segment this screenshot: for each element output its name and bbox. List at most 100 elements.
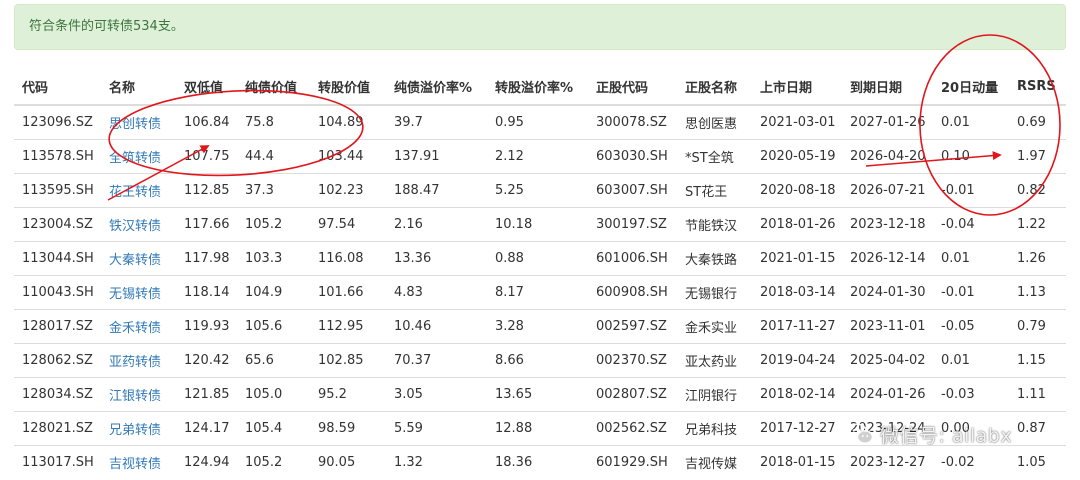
cell-double-low: 121.85 [176,377,237,412]
cell-double-low: 107.75 [176,139,237,174]
cell-code: 113578.SH [14,139,101,174]
cell-rsrs: 1.15 [1009,343,1066,378]
cell-conversion-value: 103.44 [310,139,386,174]
bond-name-link[interactable]: 江银转债 [109,389,161,404]
cell-rsrs: 1.97 [1009,139,1066,174]
cell-bond-premium: 1.32 [386,445,487,479]
cell-stock-code: 603030.SH [588,139,677,174]
cell-conversion-premium: 12.88 [487,411,588,446]
bond-name-link[interactable]: 吉视转债 [109,457,161,472]
table-row: 113017.SH 吉视转债 124.94 105.2 90.05 1.32 18.36 60… [14,445,1066,479]
cell-listing-date: 2021-01-15 [752,241,842,276]
cell-bond-premium: 137.91 [386,139,487,174]
cell-conversion-premium: 10.18 [487,207,588,242]
wechat-watermark: 微信号: ailabx [846,420,1012,448]
cell-momentum-20d: -0.01 [933,173,1009,208]
cell-stock-code: 002370.SZ [588,343,677,378]
bond-name-link[interactable]: 兄弟转债 [109,423,161,438]
cell-stock-code: 002807.SZ [588,377,677,412]
cell-conversion-premium: 0.95 [487,104,588,140]
column-header-stock-name[interactable]: 正股名称 [677,68,752,106]
bond-name-link[interactable]: 金禾转债 [109,321,161,336]
bond-name-link[interactable]: 花王转债 [109,185,161,200]
table-row: 110043.SH 无锡转债 118.14 104.9 101.66 4.83 8.17 60… [14,275,1066,310]
cell-rsrs: 0.87 [1009,411,1066,446]
cell-maturity-date: 2027-01-26 [842,104,933,140]
bond-name-link[interactable]: 无锡转债 [109,287,161,302]
cell-stock-name: 兄弟科技 [677,411,752,446]
cell-code: 110043.SH [14,275,101,310]
cell-bond-premium: 13.36 [386,241,487,276]
cell-listing-date: 2017-11-27 [752,309,842,344]
cell-name: 兄弟转债 [101,411,176,446]
bond-name-link[interactable]: 大秦转债 [109,253,161,268]
cell-name: 江银转债 [101,377,176,412]
cell-bond-premium: 4.83 [386,275,487,310]
cell-bond-value: 75.8 [237,104,310,140]
cell-conversion-premium: 18.36 [487,445,588,479]
cell-maturity-date: 2023-12-18 [842,207,933,242]
cell-name: 吉视转债 [101,445,176,479]
cell-listing-date: 2018-02-14 [752,377,842,412]
cell-stock-code: 300078.SZ [588,104,677,140]
column-header-code[interactable]: 代码 [14,68,101,106]
cell-maturity-date: 2025-04-02 [842,343,933,378]
cell-bond-value: 105.2 [237,445,310,479]
cell-stock-name: 吉视传媒 [677,445,752,479]
cell-conversion-premium: 3.28 [487,309,588,344]
cell-stock-code: 601006.SH [588,241,677,276]
cell-momentum-20d: -0.04 [933,207,1009,242]
bond-name-link[interactable]: 全筑转债 [109,151,161,166]
column-header-bond-value[interactable]: 纯债价值 [237,68,310,106]
cell-maturity-date: 2023-11-01 [842,309,933,344]
cell-code: 128062.SZ [14,343,101,378]
cell-name: 全筑转债 [101,139,176,174]
cell-code: 128021.SZ [14,411,101,446]
result-summary-alert: 符合条件的可转债534支。 [14,4,1066,50]
cell-bond-premium: 2.16 [386,207,487,242]
cell-rsrs: 1.22 [1009,207,1066,242]
cell-maturity-date: 2026-04-20 [842,139,933,174]
cell-momentum-20d: 0.01 [933,104,1009,140]
cell-code: 128034.SZ [14,377,101,412]
column-header-double-low[interactable]: 双低值 [176,68,237,106]
cell-conversion-premium: 0.88 [487,241,588,276]
cell-code: 128017.SZ [14,309,101,344]
table-header: 代码 名称 双低值 纯债价值 转股价值 纯债溢价率% 转股溢价率% 正股代码 正股名称 上市日期到… [14,68,1066,106]
cell-bond-value: 44.4 [237,139,310,174]
column-header-listing-date[interactable]: 上市日期 [752,68,842,106]
cell-stock-name: *ST全筑 [677,139,752,174]
cell-momentum-20d: -0.02 [933,445,1009,479]
column-header-momentum-20d[interactable]: 20日动量 [933,68,1009,106]
cell-momentum-20d: -0.01 [933,275,1009,310]
table-row: 123096.SZ 思创转债 106.84 75.8 104.89 39.7 0.95 300… [14,104,1066,140]
column-header-stock-code[interactable]: 正股代码 [588,68,677,106]
table-row: 113578.SH 全筑转债 107.75 44.4 103.44 137.91 2.12 6… [14,139,1066,174]
column-header-maturity-date[interactable]: 到期日期 [842,68,933,106]
cell-conversion-value: 104.89 [310,104,386,140]
cell-stock-code: 601929.SH [588,445,677,479]
cell-listing-date: 2020-05-19 [752,139,842,174]
table-row: 123004.SZ 铁汉转债 117.66 105.2 97.54 2.16 10.18 30… [14,207,1066,242]
column-header-conversion-value[interactable]: 转股价值 [310,68,386,106]
cell-stock-name: 江阴银行 [677,377,752,412]
cell-bond-value: 104.9 [237,275,310,310]
column-header-name[interactable]: 名称 [101,68,176,106]
cell-momentum-20d: 0.01 [933,343,1009,378]
cell-name: 思创转债 [101,104,176,140]
column-header-rsrs[interactable]: RSRS [1009,68,1066,106]
cell-bond-premium: 70.37 [386,343,487,378]
cell-double-low: 120.42 [176,343,237,378]
table-row: 128034.SZ 江银转债 121.85 105.0 95.2 3.05 13.65 002… [14,377,1066,412]
bond-name-link[interactable]: 铁汉转债 [109,219,161,234]
cell-maturity-date: 2026-07-21 [842,173,933,208]
cell-bond-premium: 3.05 [386,377,487,412]
table-row: 128017.SZ 金禾转债 119.93 105.6 112.95 10.46 3.28 0… [14,309,1066,344]
cell-double-low: 119.93 [176,309,237,344]
cell-bond-value: 65.6 [237,343,310,378]
bond-name-link[interactable]: 亚药转债 [109,355,161,370]
column-header-bond-premium[interactable]: 纯债溢价率% [386,68,487,106]
column-header-conversion-premium[interactable]: 转股溢价率% [487,68,588,106]
bond-name-link[interactable]: 思创转债 [109,117,161,132]
cell-stock-code: 300197.SZ [588,207,677,242]
